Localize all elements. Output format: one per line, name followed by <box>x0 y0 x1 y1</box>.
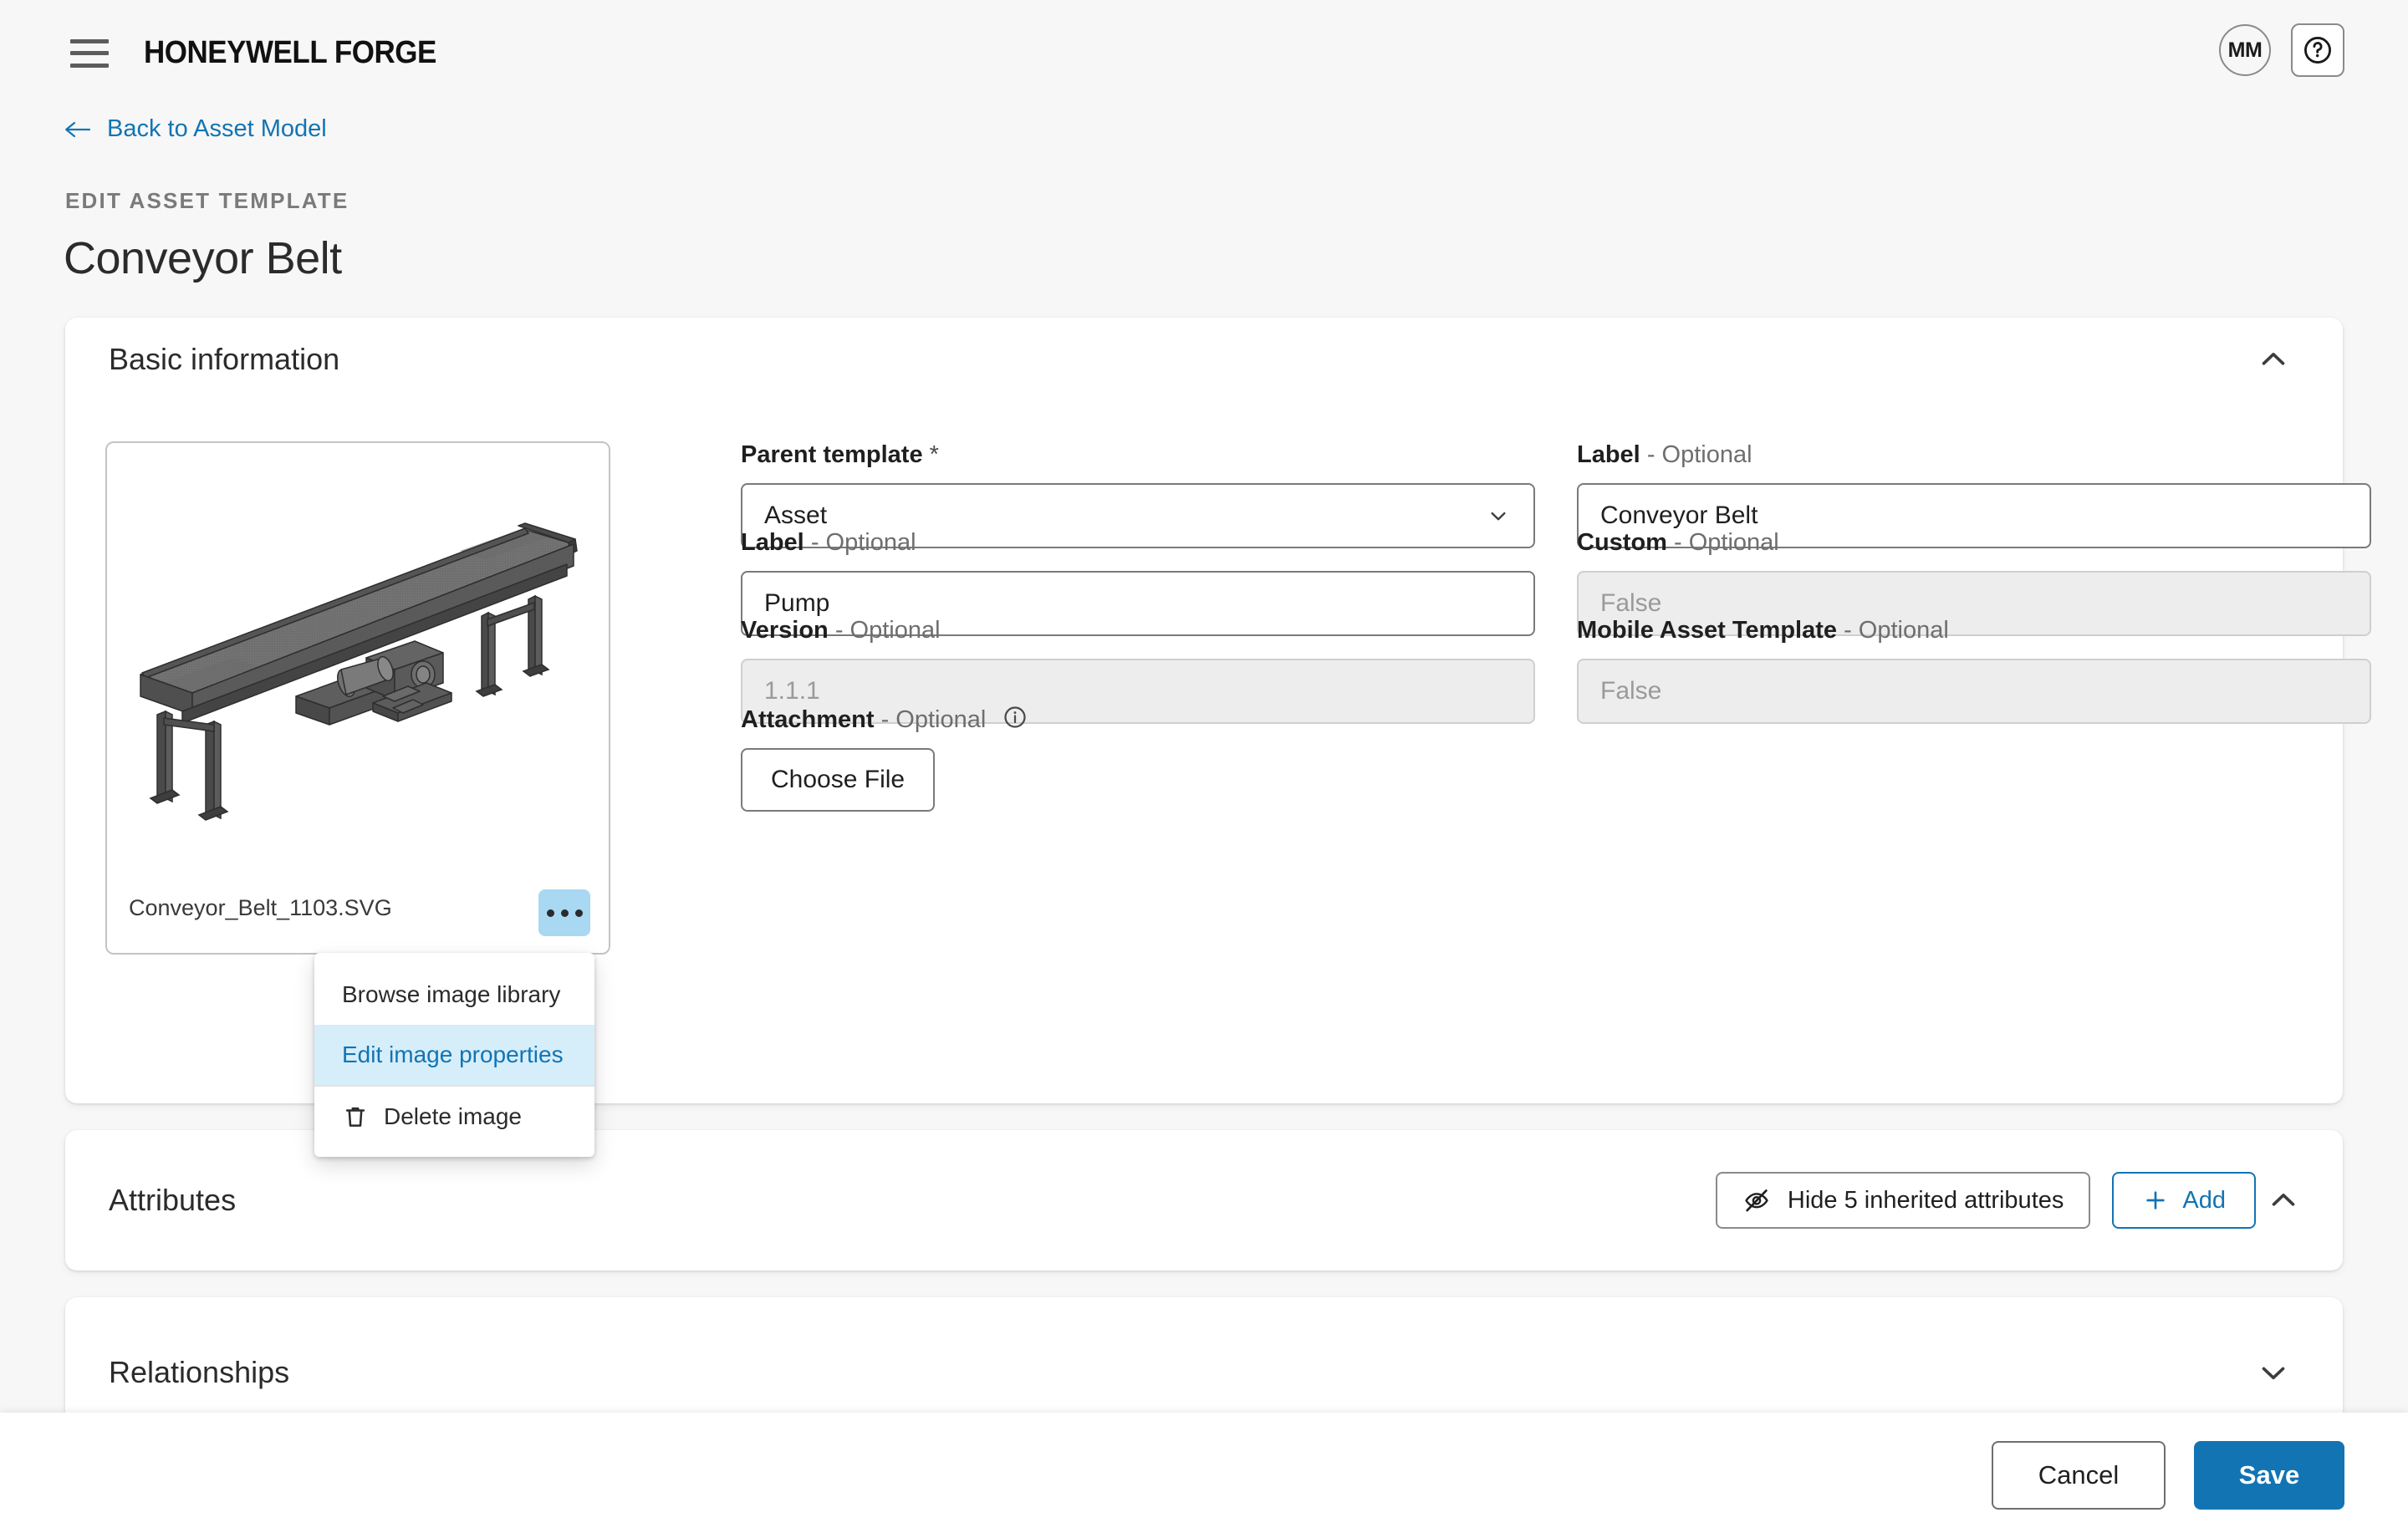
parent-template-label: Parent template * <box>741 441 939 468</box>
top-app-bar: HONEYWELL FORGE MM <box>0 0 2408 106</box>
required-marker: * <box>929 441 939 468</box>
custom-label: Custom - Optional <box>1577 529 1779 556</box>
chevron-down-icon <box>2262 1367 2285 1380</box>
label-left-value: Pump <box>764 589 830 617</box>
attributes-title: Attributes <box>109 1183 237 1217</box>
mobile-asset-template-placeholder: False <box>1600 677 1662 705</box>
chevron-up-icon <box>2272 1194 2295 1206</box>
relationships-title: Relationships <box>109 1355 290 1389</box>
attributes-collapse-toggle[interactable] <box>2264 1181 2303 1220</box>
cancel-button[interactable]: Cancel <box>1992 1441 2166 1510</box>
eye-off-icon <box>1745 1189 1768 1212</box>
attachment-label: Attachment - Optional <box>741 705 1535 734</box>
hide-inherited-attributes-button[interactable]: Hide 5 inherited attributes <box>1715 1172 2091 1229</box>
image-context-menu: Browse image library Edit image properti… <box>314 953 594 1157</box>
menu-item-label: Edit image properties <box>342 1041 564 1067</box>
optional-suffix: - Optional <box>810 529 916 556</box>
page-eyebrow: EDIT ASSET TEMPLATE <box>65 188 349 213</box>
hide-inherited-attributes-label: Hide 5 inherited attributes <box>1787 1186 2064 1214</box>
menu-item-edit-image-properties[interactable]: Edit image properties <box>314 1025 594 1085</box>
relationships-collapse-toggle[interactable] <box>2254 1353 2293 1392</box>
arrow-left-icon <box>65 121 91 137</box>
optional-suffix: - Optional <box>834 617 941 644</box>
form-footer-bar: Cancel Save <box>0 1413 2408 1538</box>
add-attribute-label: Add <box>2182 1186 2226 1214</box>
custom-placeholder: False <box>1600 589 1662 617</box>
avatar[interactable]: MM <box>2219 24 2271 76</box>
version-label: Version - Optional <box>741 617 941 644</box>
label-left-label: Label - Optional <box>741 529 916 556</box>
page-title: Conveyor Belt <box>64 233 342 283</box>
hamburger-menu-icon[interactable] <box>70 38 109 68</box>
back-to-asset-model-link[interactable]: Back to Asset Model <box>64 115 327 143</box>
label-right-value: Conveyor Belt <box>1600 502 1758 529</box>
menu-item-delete-image[interactable]: Delete image <box>314 1087 594 1147</box>
mobile-asset-template-field: Mobile Asset Template - Optional False <box>1577 617 2371 724</box>
plus-icon <box>2146 1191 2166 1210</box>
brand-logo: HONEYWELL FORGE <box>144 35 436 70</box>
optional-suffix: - Optional <box>1844 617 1949 644</box>
trash-icon <box>345 1107 365 1127</box>
attributes-actions: Hide 5 inherited attributes Add <box>1715 1172 2256 1229</box>
optional-suffix: - Optional <box>880 706 987 733</box>
help-button[interactable] <box>2291 23 2344 77</box>
optional-suffix: - Optional <box>1646 441 1752 468</box>
chevron-down-icon <box>1491 512 1506 521</box>
top-bar-actions: MM <box>2219 23 2344 77</box>
menu-item-browse-image-library[interactable]: Browse image library <box>314 965 594 1025</box>
save-button[interactable]: Save <box>2194 1441 2344 1510</box>
menu-item-label: Browse image library <box>342 981 561 1007</box>
menu-item-label: Delete image <box>384 1103 522 1129</box>
mobile-asset-template-input: False <box>1577 659 2371 724</box>
back-link-label: Back to Asset Model <box>107 115 327 142</box>
attachment-field: Attachment - Optional Choose File <box>741 705 1535 812</box>
choose-file-button[interactable]: Choose File <box>741 748 936 812</box>
optional-suffix: - Optional <box>1674 529 1779 556</box>
mobile-asset-template-label: Mobile Asset Template - Optional <box>1577 617 1949 644</box>
label-right-label: Label - Optional <box>1577 441 1752 468</box>
parent-template-value: Asset <box>764 502 828 529</box>
add-attribute-button[interactable]: Add <box>2112 1172 2256 1229</box>
version-placeholder: 1.1.1 <box>764 677 820 705</box>
info-icon[interactable] <box>1002 705 1028 730</box>
help-circle-icon <box>2304 37 2331 64</box>
